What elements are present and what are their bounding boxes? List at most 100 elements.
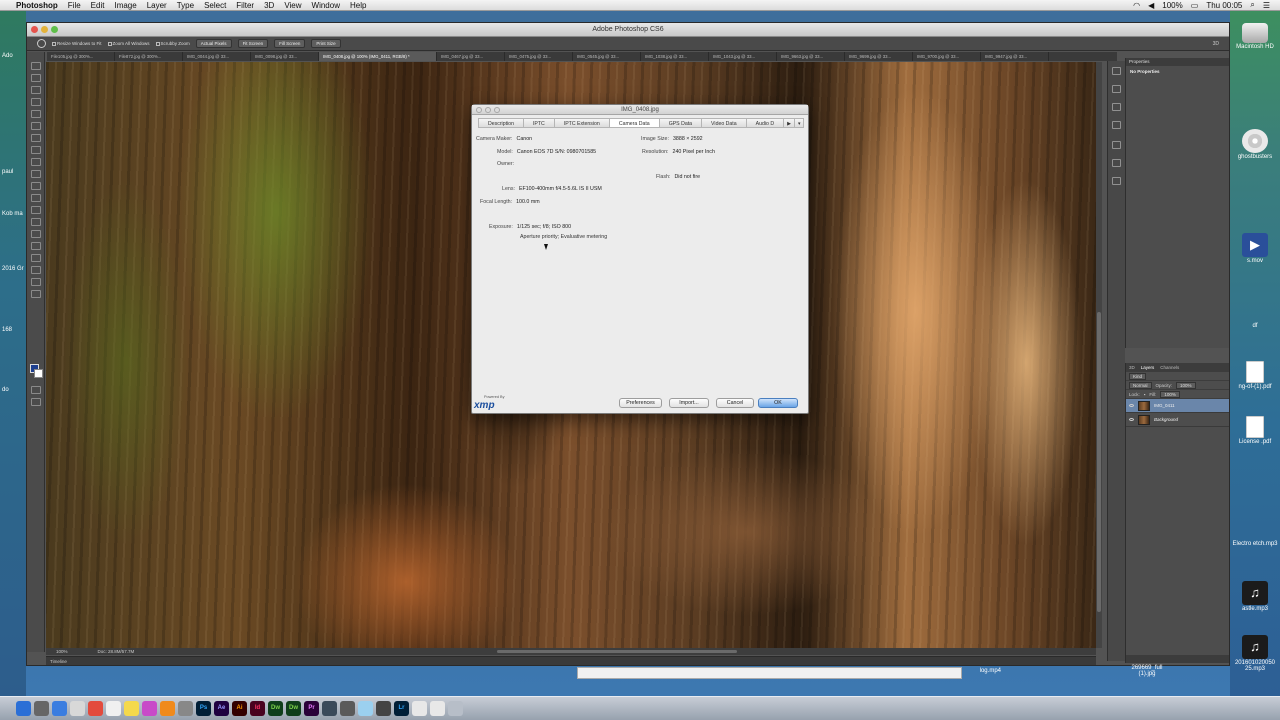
desktop-icon-pdf[interactable]: License .pdf <box>1230 416 1280 445</box>
tab-video-data[interactable]: Video Data <box>701 118 747 127</box>
document-tab[interactable]: IMG_0467.jpg @ 33... <box>437 52 505 61</box>
tab-iptc[interactable]: IPTC <box>522 118 555 127</box>
desktop-label[interactable]: Ado <box>2 53 13 59</box>
visibility-eye-icon[interactable] <box>1129 404 1134 407</box>
chrome-icon[interactable] <box>88 701 103 716</box>
brush-tool-icon[interactable] <box>31 146 41 154</box>
horizontal-scrollbar-thumb[interactable] <box>497 650 737 653</box>
desktop-icon-pdf[interactable]: df <box>1230 323 1280 329</box>
safari-icon[interactable] <box>52 701 67 716</box>
premiere-dock-icon[interactable]: Pr <box>304 701 319 716</box>
desktop-icon-mp3[interactable]: ♫ 201601020050 25.mp3 <box>1230 635 1280 672</box>
marquee-tool-icon[interactable] <box>31 74 41 82</box>
resize-windows-checkbox[interactable]: Resize Windows to Fit <box>52 41 102 46</box>
layer-row[interactable]: Background <box>1126 413 1229 427</box>
document-tab[interactable]: IMG_0098.jpg @ 33... <box>251 52 319 61</box>
pen-tool-icon[interactable] <box>31 230 41 238</box>
notification-icon[interactable]: ☰ <box>1263 1 1270 10</box>
info-panel-icon[interactable] <box>1112 121 1121 129</box>
print-size-button[interactable]: Print Size <box>311 39 341 48</box>
menu-app[interactable]: Photoshop <box>16 1 58 10</box>
menu-3d[interactable]: 3D <box>264 1 274 10</box>
app-dock-icon[interactable] <box>322 701 337 716</box>
clone-stamp-tool-icon[interactable] <box>31 158 41 166</box>
launchpad-icon[interactable] <box>34 701 49 716</box>
visibility-eye-icon[interactable] <box>1129 418 1134 421</box>
desktop-label[interactable]: 168 <box>2 327 12 333</box>
desktop-icon-label[interactable]: 269669_full (1).jpg <box>1125 665 1169 677</box>
menu-image[interactable]: Image <box>114 1 136 10</box>
dreamweaver-dock-icon[interactable]: Dw <box>268 701 283 716</box>
quick-mask-icon[interactable] <box>31 386 41 394</box>
document-tab-active[interactable]: IMG_0408.jpg @ 100% (IMG_0411, RGB/8) * <box>319 52 437 61</box>
tabs-menu-icon[interactable]: ▾ <box>793 118 805 127</box>
document-tab[interactable]: IMG_1043.jpg @ 33... <box>709 52 777 61</box>
app-dock-icon[interactable] <box>358 701 373 716</box>
document-tab[interactable]: IMG_0475.jpg @ 33... <box>505 52 573 61</box>
screen-mode-icon[interactable] <box>31 398 41 406</box>
doc-size[interactable]: Doc: 28.8M/57.7M <box>98 649 135 654</box>
hand-tool-icon[interactable] <box>31 278 41 286</box>
illustrator-dock-icon[interactable]: Ai <box>232 701 247 716</box>
background-color-swatch[interactable] <box>34 369 43 378</box>
paragraph-panel-icon[interactable] <box>1112 159 1121 167</box>
document-tab[interactable]: IMG_9700.jpg @ 33... <box>913 52 981 61</box>
close-icon[interactable] <box>476 107 482 113</box>
history-brush-tool-icon[interactable] <box>31 170 41 178</box>
fit-screen-button[interactable]: Fit Screen <box>237 39 269 48</box>
spotlight-icon[interactable]: ⌕ <box>1250 0 1254 10</box>
document-tab[interactable]: IMG_9663.jpg @ 33... <box>777 52 845 61</box>
history-panel-icon[interactable] <box>1112 67 1121 75</box>
menu-view[interactable]: View <box>284 1 301 10</box>
zoom-all-checkbox[interactable]: Zoom All Windows <box>107 41 150 46</box>
tool-presets-panel-icon[interactable] <box>1112 177 1121 185</box>
app-dock-icon[interactable] <box>340 701 355 716</box>
clock[interactable]: Thu 00:05 <box>1206 1 1242 10</box>
desktop-icon-cd[interactable]: ghostbusters <box>1230 129 1280 160</box>
desktop-icon-mp3[interactable]: Electro etch.mp3 <box>1230 541 1280 547</box>
scrollbar-thumb[interactable] <box>1097 312 1101 612</box>
eraser-tool-icon[interactable] <box>31 182 41 190</box>
dreamweaver-dock-icon[interactable]: Dw <box>286 701 301 716</box>
character-panel-icon[interactable] <box>1112 141 1121 149</box>
vertical-scrollbar[interactable] <box>1096 62 1102 648</box>
calendar-icon[interactable] <box>106 701 121 716</box>
finder-icon[interactable] <box>16 701 31 716</box>
workspace-switcher[interactable]: 3D <box>1213 41 1219 47</box>
file-label[interactable]: log.mp4 <box>980 668 1001 674</box>
battery-level[interactable]: 100% <box>1162 1 1182 10</box>
type-tool-icon[interactable] <box>31 242 41 250</box>
tab-description[interactable]: Description <box>478 118 524 127</box>
wifi-icon[interactable]: ◠ <box>1133 1 1140 10</box>
minimize-icon[interactable] <box>485 107 491 113</box>
preview-icon[interactable] <box>178 701 193 716</box>
close-icon[interactable] <box>31 26 38 33</box>
vlc-icon[interactable] <box>160 701 175 716</box>
move-tool-icon[interactable] <box>31 62 41 70</box>
fill-input[interactable]: 100% <box>1160 390 1180 398</box>
itunes-icon[interactable] <box>142 701 157 716</box>
window-titlebar[interactable]: Adobe Photoshop CS6 <box>27 23 1229 37</box>
desktop-icon-hd[interactable]: Macintosh HD <box>1230 23 1280 50</box>
lock-icon[interactable]: ▪ <box>1144 392 1146 397</box>
desktop-icon-mov[interactable]: ▶ s.mov <box>1230 233 1280 264</box>
preferences-button[interactable]: Preferences <box>619 398 662 408</box>
menu-window[interactable]: Window <box>312 1 340 10</box>
eyedropper-tool-icon[interactable] <box>31 122 41 130</box>
menu-edit[interactable]: Edit <box>91 1 105 10</box>
ok-button[interactable]: OK <box>758 398 798 408</box>
minimize-icon[interactable] <box>41 26 48 33</box>
zoom-icon[interactable] <box>51 26 58 33</box>
lasso-tool-icon[interactable] <box>31 86 41 94</box>
desktop-label[interactable]: do <box>2 387 9 393</box>
document-tab[interactable]: IMG_0044.jpg @ 33... <box>183 52 251 61</box>
menu-select[interactable]: Select <box>204 1 226 10</box>
desktop-label[interactable]: Kob ma <box>2 211 23 217</box>
document-tab[interactable]: File105.jpg @ 300%... <box>47 52 115 61</box>
folder-dock-icon[interactable] <box>430 701 445 716</box>
desktop-icon-mp3[interactable]: ♫ astle.mp3 <box>1230 581 1280 612</box>
trash-icon[interactable] <box>448 701 463 716</box>
actual-pixels-button[interactable]: Actual Pixels <box>195 39 232 48</box>
dodge-tool-icon[interactable] <box>31 218 41 226</box>
zoom-tool-icon[interactable] <box>37 39 46 48</box>
